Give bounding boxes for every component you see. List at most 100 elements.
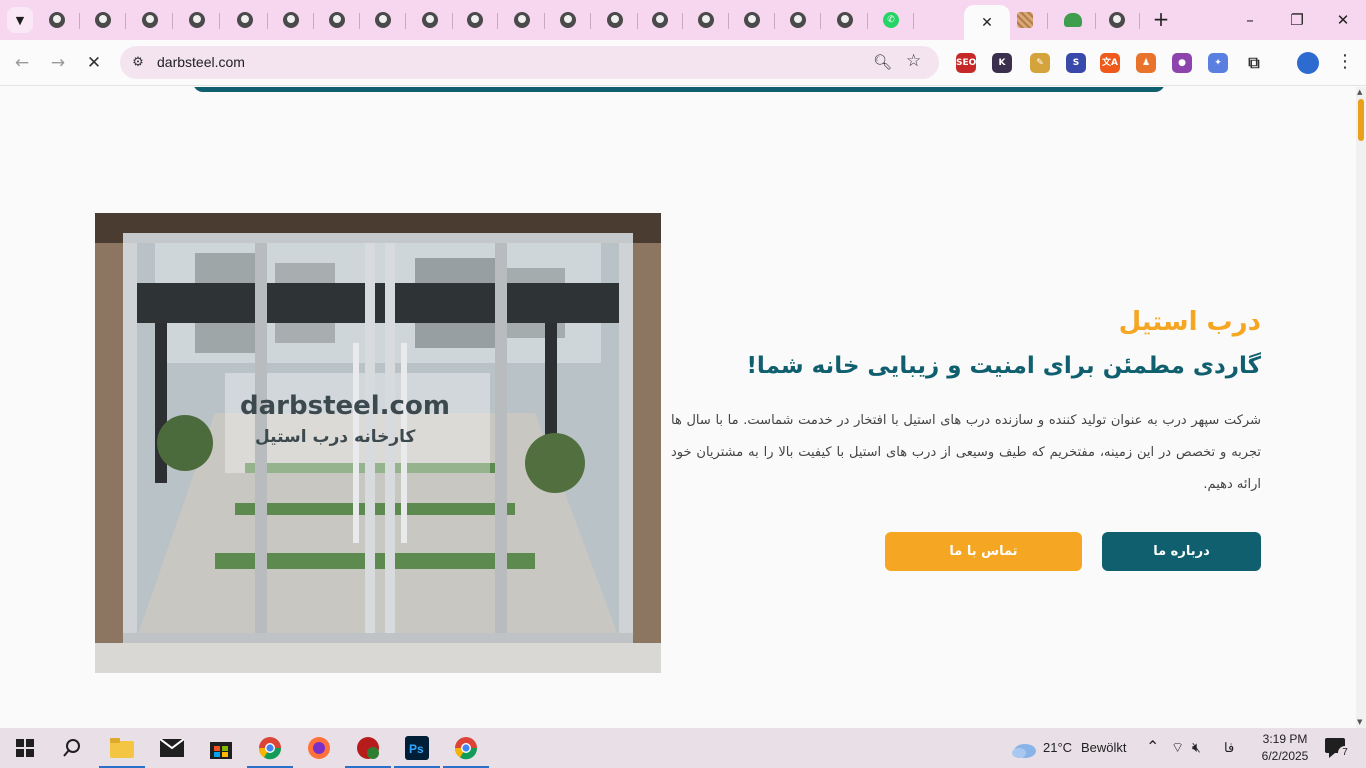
firefox-icon[interactable] bbox=[305, 734, 333, 762]
globe-icon bbox=[837, 12, 853, 28]
scroll-thumb[interactable] bbox=[1358, 99, 1364, 141]
photoshop-icon[interactable]: Ps bbox=[394, 734, 440, 768]
address-bar[interactable]: ⚙ darbsteel.com 🔍︎ ☆ bbox=[120, 46, 939, 79]
s-extension-icon[interactable]: S bbox=[1066, 53, 1086, 73]
search-icon[interactable] bbox=[58, 734, 86, 762]
browser-tab[interactable] bbox=[360, 5, 406, 35]
browser-tab[interactable] bbox=[314, 5, 360, 35]
browser-tab[interactable] bbox=[127, 5, 173, 35]
cloud-icon[interactable] bbox=[1010, 736, 1038, 764]
globe-icon bbox=[422, 12, 438, 28]
pen-extension-icon[interactable]: ✎ bbox=[1030, 53, 1050, 73]
globe-icon bbox=[560, 12, 576, 28]
url-text[interactable]: darbsteel.com bbox=[157, 54, 245, 70]
bookmark-star-icon[interactable]: ☆ bbox=[906, 51, 921, 71]
page-scrollbar[interactable]: ▲ ▼ bbox=[1356, 87, 1366, 728]
chrome-profile-icon[interactable] bbox=[443, 734, 489, 768]
tab-separator bbox=[820, 13, 821, 29]
close-window-button[interactable]: ✕ bbox=[1331, 8, 1355, 32]
tab-separator bbox=[913, 13, 914, 29]
back-button[interactable]: ← bbox=[10, 51, 34, 75]
browser-tab[interactable] bbox=[545, 5, 591, 35]
weather-temperature[interactable]: 21°C bbox=[1043, 740, 1072, 755]
chevron-down-icon: ▼ bbox=[15, 13, 25, 27]
browser-tab[interactable] bbox=[637, 5, 683, 35]
notification-icon[interactable]: 7 bbox=[1322, 734, 1352, 762]
tab-search-button[interactable]: ▼ bbox=[7, 7, 33, 33]
chess-extension-icon[interactable]: ♟ bbox=[1136, 53, 1156, 73]
tab-separator bbox=[125, 13, 126, 29]
globe-icon bbox=[237, 12, 253, 28]
browser-tab[interactable] bbox=[775, 5, 821, 35]
browser-tab[interactable] bbox=[174, 5, 220, 35]
browser-tab[interactable] bbox=[729, 5, 775, 35]
about-us-button[interactable]: درباره ما bbox=[1102, 532, 1261, 571]
clock-time: 3:19 PM bbox=[1262, 732, 1308, 746]
tab-separator bbox=[497, 13, 498, 29]
contact-us-button[interactable]: تماس با ما bbox=[885, 532, 1082, 571]
browser-tab[interactable] bbox=[1002, 5, 1048, 35]
scroll-down-icon[interactable]: ▼ bbox=[1357, 718, 1362, 726]
color-extension-icon[interactable]: ● bbox=[1172, 53, 1192, 73]
windows-start-icon[interactable] bbox=[11, 734, 39, 762]
chrome-icon[interactable] bbox=[247, 734, 293, 768]
browser-tab[interactable] bbox=[1094, 5, 1140, 35]
k-extension-icon[interactable]: K bbox=[992, 53, 1012, 73]
store-icon[interactable] bbox=[207, 734, 235, 762]
mail-icon[interactable] bbox=[158, 734, 186, 762]
clock[interactable]: 3:19 PM 6/2/2025 bbox=[1250, 731, 1320, 765]
globe-icon bbox=[49, 12, 65, 28]
browser-tab[interactable] bbox=[452, 5, 498, 35]
browser-tab[interactable] bbox=[268, 5, 314, 35]
arrow-left-icon: ← bbox=[14, 53, 30, 73]
tab-separator bbox=[590, 13, 591, 29]
browser-tab[interactable]: ✆ bbox=[868, 5, 914, 35]
hero-text-block: درب استیل گاردی مطمئن برای امنیت و زیبای… bbox=[671, 305, 1261, 501]
more-menu-icon[interactable]: ⋮ bbox=[1336, 51, 1354, 72]
stop-loading-button[interactable]: ✕ bbox=[82, 51, 106, 75]
browser-tab[interactable] bbox=[222, 5, 268, 35]
zoom-icon[interactable]: 🔍︎ bbox=[873, 53, 892, 71]
seo-extension-icon[interactable]: SEO bbox=[956, 53, 976, 73]
browser-tab[interactable] bbox=[822, 5, 868, 35]
scroll-up-icon[interactable]: ▲ bbox=[1357, 88, 1362, 96]
graduation-hat-icon bbox=[1064, 13, 1082, 27]
file-explorer-icon[interactable] bbox=[99, 734, 145, 768]
volume-icon[interactable]: 🔇︎ bbox=[1192, 739, 1201, 756]
forward-button[interactable]: → bbox=[46, 51, 70, 75]
magic-extension-icon[interactable]: ✦ bbox=[1208, 53, 1228, 73]
globe-icon bbox=[652, 12, 668, 28]
site-info-icon[interactable]: ⚙ bbox=[129, 54, 147, 72]
browser-tab[interactable] bbox=[34, 5, 80, 35]
restore-button[interactable]: ❐ bbox=[1285, 8, 1309, 32]
globe-icon bbox=[142, 12, 158, 28]
minimize-button[interactable]: – bbox=[1238, 8, 1262, 32]
hero-title: درب استیل bbox=[1118, 307, 1261, 337]
close-tab-icon[interactable]: ✕ bbox=[981, 15, 993, 31]
translate-extension-icon[interactable]: 文A bbox=[1100, 53, 1120, 73]
chevron-up-icon[interactable]: ⌃ bbox=[1146, 737, 1159, 757]
globe-icon bbox=[329, 12, 345, 28]
globe-icon bbox=[790, 12, 806, 28]
browser-tab[interactable] bbox=[683, 5, 729, 35]
language-indicator[interactable]: فا bbox=[1224, 740, 1234, 756]
browser-tab[interactable] bbox=[499, 5, 545, 35]
globe-icon bbox=[514, 12, 530, 28]
tab-separator bbox=[172, 13, 173, 29]
puzzle-icon[interactable]: ⧉ bbox=[1244, 53, 1264, 73]
profile-avatar[interactable] bbox=[1297, 52, 1319, 74]
tab-separator bbox=[1139, 13, 1140, 29]
wifi-icon[interactable]: ⌔ bbox=[1171, 739, 1184, 757]
browser-tab[interactable] bbox=[1050, 5, 1096, 35]
browser-tab[interactable] bbox=[407, 5, 453, 35]
globe-icon bbox=[1109, 12, 1125, 28]
new-tab-button[interactable]: + bbox=[1150, 9, 1172, 31]
header-bar bbox=[193, 87, 1165, 92]
weather-description[interactable]: Bewölkt bbox=[1081, 740, 1127, 755]
browser-tab[interactable] bbox=[592, 5, 638, 35]
app-red-icon[interactable] bbox=[345, 734, 391, 768]
arrow-right-icon: → bbox=[50, 53, 66, 73]
tab-strip: ▼ ✆ ✕ + – ❐ ✕ bbox=[0, 0, 1366, 40]
tab-separator bbox=[1047, 13, 1048, 29]
browser-tab[interactable] bbox=[80, 5, 126, 35]
